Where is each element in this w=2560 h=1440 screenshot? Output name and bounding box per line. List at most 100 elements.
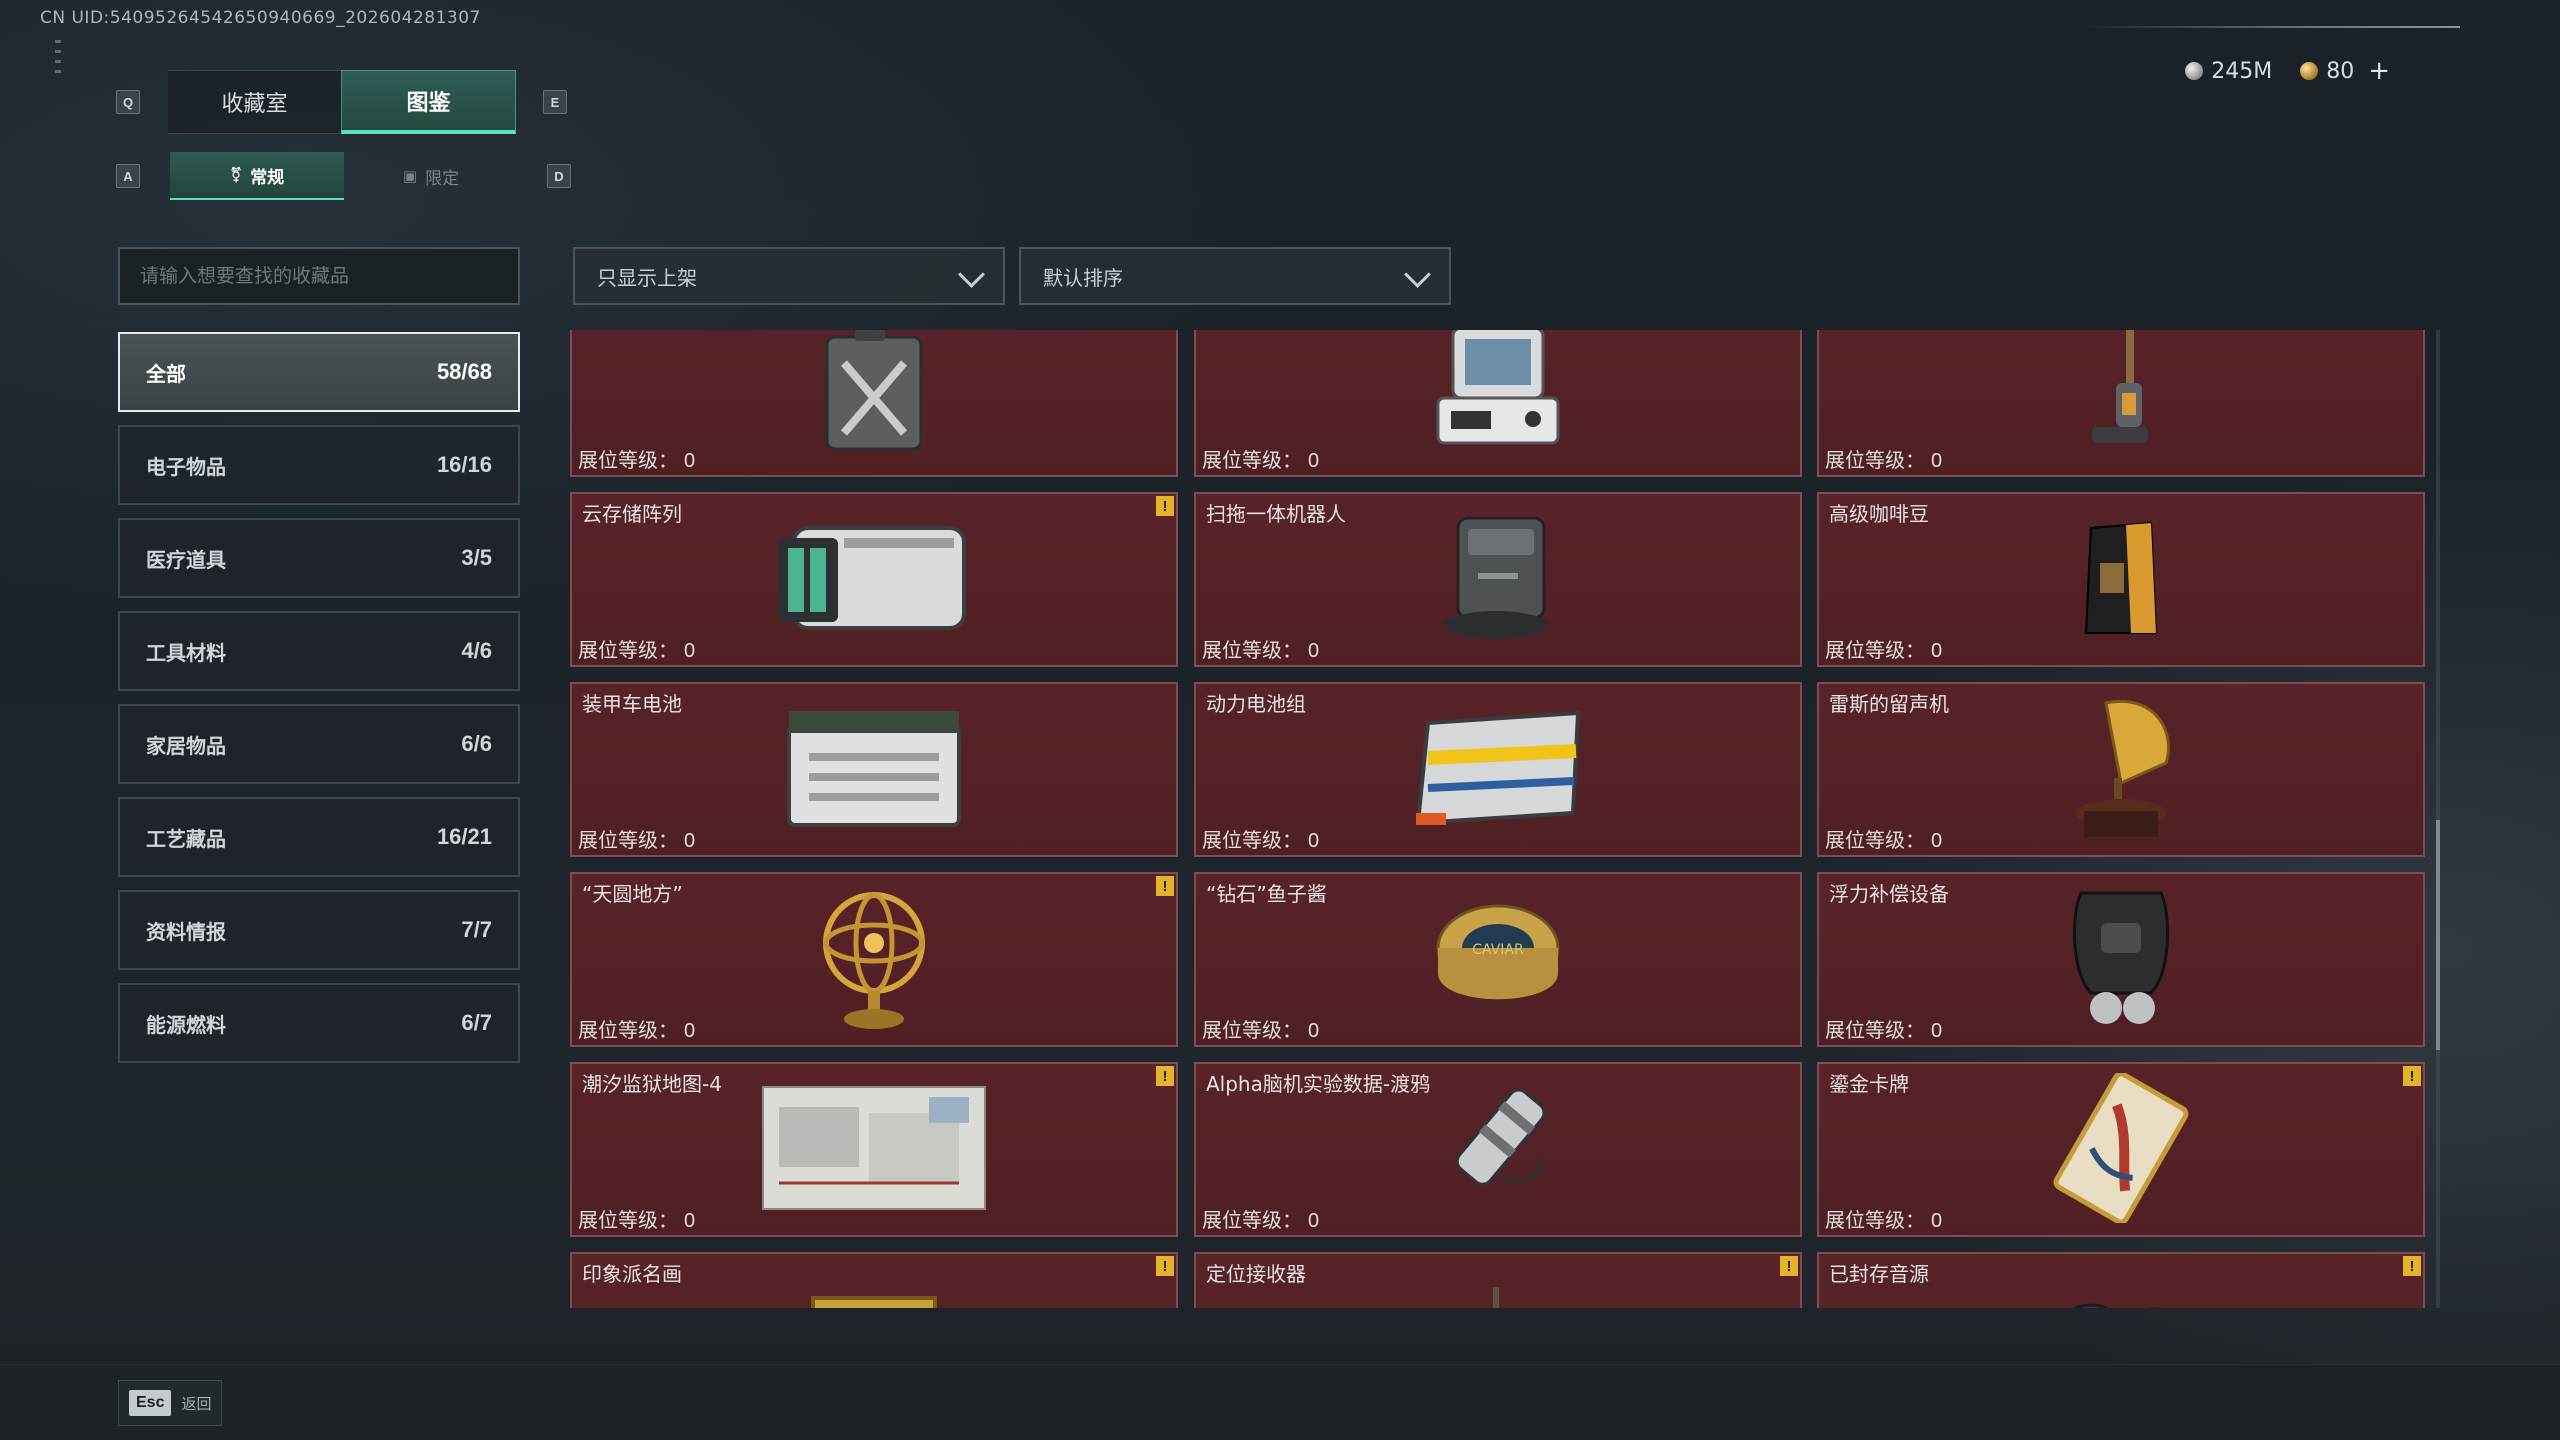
collection-item-card[interactable]: 展位等级： 0 [1817,330,2425,477]
booth-level: 展位等级： 0 [578,1014,695,1043]
booth-level-value: 0 [1308,1210,1320,1232]
item-name: 动力电池组 [1206,692,1306,716]
category-label: 电子物品 [146,454,226,479]
key-hint-next-subtab[interactable]: D [547,164,571,188]
hud-decoration [55,40,71,100]
chevron-down-icon [1405,265,1427,287]
frame-icon: ▣ [402,167,418,185]
booth-level-label: 展位等级： [578,638,678,662]
collection-item-card[interactable]: 潮汐监狱地图-4 展位等级： 0! [570,1062,1178,1237]
item-name: “钻石”鱼子酱 [1206,882,1327,906]
sort-dropdown[interactable]: 默认排序 [1019,247,1451,305]
key-hint-prev-tab[interactable]: Q [116,90,140,114]
subtab-regular[interactable]: ⚧ 常规 [170,152,344,200]
collection-item-card[interactable]: 雷斯的留声机 展位等级： 0 [1817,682,2425,857]
booth-level-label: 展位等级： [1825,638,1925,662]
collection-item-card[interactable]: 展位等级： 0 [570,330,1178,477]
shelf-filter-dropdown[interactable]: 只显示上架 [573,247,1005,305]
booth-level-value: 0 [684,450,696,472]
booth-level-value: 0 [1931,1020,1943,1042]
coffee-bag-icon [2076,513,2166,647]
category-all[interactable]: 全部 58/68 [118,332,520,412]
category-household[interactable]: 家居物品 6/6 [118,704,520,784]
booth-level: 展位等级： 0 [1825,1204,1942,1233]
category-label: 工具材料 [146,640,226,665]
key-hint-prev-subtab[interactable]: A [116,164,140,188]
uid-text: CN UID:5409526454265094066​9_20260428130… [40,8,481,28]
collection-item-card[interactable]: 鎏金卡牌 展位等级： 0! [1817,1062,2425,1237]
tab-codex[interactable]: 图鉴 [341,70,516,134]
booth-level-value: 0 [684,830,696,852]
booth-level-label: 展位等级： [1202,828,1302,852]
dropdown-value: 只显示上架 [597,265,697,290]
subtab-label: 常规 [250,167,285,188]
alert-icon: ! [1780,1256,1798,1276]
booth-level: 展位等级： 0 [578,824,695,853]
collection-item-card[interactable]: 定位接收器展位等级：0! [1194,1252,1802,1308]
booth-level: 展位等级： 0 [578,634,695,663]
alert-icon: ! [2403,1066,2421,1086]
bottle-icon: ⚧ [229,166,243,184]
category-medical[interactable]: 医疗道具 3/5 [118,518,520,598]
booth-level: 展位等级： 0 [1202,634,1319,663]
category-tools[interactable]: 工具材料 4/6 [118,611,520,691]
category-count: 3/5 [461,545,492,570]
collection-item-card[interactable]: 展位等级： 0 [1194,330,1802,477]
booth-level: 展位等级： 0 [1202,1014,1319,1043]
gold-coin-icon [2300,62,2319,80]
collection-item-card[interactable]: CAVIAR “钻石”鱼子酱 展位等级： 0 [1194,872,1802,1047]
subtab-limited[interactable]: ▣ 限定 [344,152,518,200]
silver-amount: 245M [2211,58,2273,84]
booth-level-label: 展位等级： [1825,448,1925,472]
booth-level-label: 展位等级： [578,828,678,852]
booth-level-value: 0 [684,640,696,662]
data-drive-icon [1433,1078,1563,1222]
booth-level-label: 展位等级： [1825,828,1925,852]
category-electronics[interactable]: 电子物品 16/16 [118,425,520,505]
booth-level: 展位等级： 0 [1202,1204,1319,1233]
collection-item-card[interactable]: 扫拖一体机器人 展位等级： 0 [1194,492,1802,667]
booth-level-value: 0 [684,1210,696,1232]
collection-item-card[interactable]: 动力电池组 展位等级： 0 [1194,682,1802,857]
bottom-bar [0,1364,2560,1440]
alert-icon: ! [1156,496,1174,516]
item-name: “天圆地方” [582,882,683,906]
collection-item-card[interactable]: 云存储阵列展位等级： 0! [570,492,1178,667]
tab-label: 图鉴 [406,90,451,116]
collection-search-input[interactable] [118,247,520,305]
tab-collection-room[interactable]: 收藏室 [168,70,341,134]
booth-level-value: 0 [684,1020,696,1042]
item-name: 印象派名画 [582,1262,682,1286]
collection-item-card[interactable]: 印象派名画展位等级：0! [570,1252,1178,1308]
collection-item-card[interactable]: 高级咖啡豆 展位等级： 0 [1817,492,2425,667]
category-crafts[interactable]: 工艺藏品 16/21 [118,797,520,877]
category-intel[interactable]: 资料情报 7/7 [118,890,520,970]
gramophone-icon [2066,693,2176,847]
item-name: 云存储阵列 [582,502,682,526]
dropdown-value: 默认排序 [1043,265,1123,290]
collection-item-card[interactable]: 已封存音源展位等级：0! [1817,1252,2425,1308]
collection-item-card[interactable]: 浮力补偿设备 展位等级： 0 [1817,872,2425,1047]
item-name: 浮力补偿设备 [1829,882,1949,906]
category-energy[interactable]: 能源燃料 6/7 [118,983,520,1063]
collection-item-card[interactable]: “天圆地方” 展位等级： 0! [570,872,1178,1047]
vehicle-battery-icon [779,703,969,837]
category-label: 资料情报 [146,919,226,944]
category-label: 能源燃料 [146,1012,226,1037]
gold-amount: 80 [2326,58,2355,84]
receiver-icon [1443,1283,1553,1308]
category-label: 工艺藏品 [146,826,226,851]
booth-level-value: 0 [1931,450,1943,472]
subtab-label: 限定 [425,168,460,189]
grid-scroll-thumb[interactable] [2436,820,2440,1050]
category-count: 7/7 [461,917,492,942]
key-hint-next-tab[interactable]: E [543,90,567,114]
collection-item-card[interactable]: Alpha脑机实验数据-渡鸦 展位等级： 0 [1194,1062,1802,1237]
grid-scrollbar[interactable] [2436,330,2440,1308]
back-button[interactable]: Esc 返回 [118,1380,223,1426]
booth-level: 展位等级： 0 [1825,444,1942,473]
add-currency-button[interactable]: + [2368,56,2390,86]
collection-item-card[interactable]: 装甲车电池 展位等级： 0 [570,682,1178,857]
item-name: 潮汐监狱地图-4 [582,1072,722,1096]
fuel-canister-icon [819,330,929,457]
